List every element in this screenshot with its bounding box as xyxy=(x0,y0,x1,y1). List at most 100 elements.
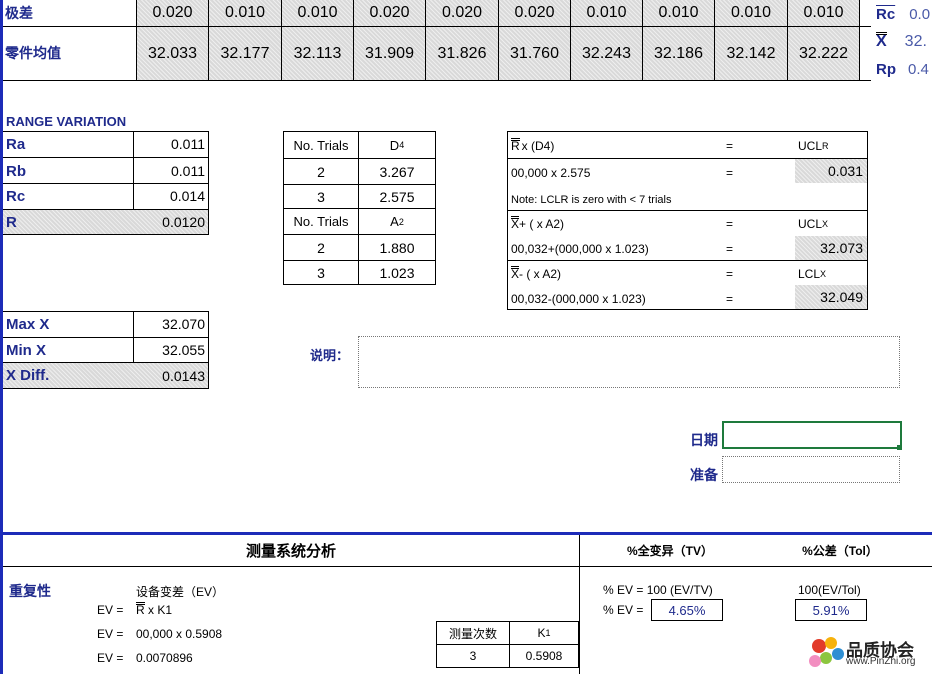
a2-header-a2: A2 xyxy=(390,214,404,229)
rv-rb-label: Rb xyxy=(6,162,26,180)
date-input[interactable] xyxy=(722,421,902,449)
ucl-r-calc-eq: = xyxy=(726,166,734,180)
rv-ra-label: Ra xyxy=(6,135,26,153)
d4-row1-value: 3.267 xyxy=(379,163,415,180)
range-cell: 0.010 xyxy=(282,0,353,26)
lcl-x-eq: = xyxy=(726,267,734,281)
msa-tol-header: %公差（Tol） xyxy=(802,544,878,558)
d4-row2-value: 2.575 xyxy=(379,188,415,205)
avg-cell: 31.760 xyxy=(499,27,570,80)
d4-header-trials: No. Trials xyxy=(293,137,349,153)
ucl-r-calc: 00,000 x 2.575 xyxy=(511,166,591,180)
rv-rc-label: Rc xyxy=(6,187,26,205)
side-rc-value: 0.0 xyxy=(909,5,931,23)
ev-pct-label: % EV = xyxy=(603,603,644,617)
ev-tol-value: 5.91% xyxy=(795,599,867,621)
msa-header-line xyxy=(3,566,932,567)
range-cell: 0.010 xyxy=(643,0,714,26)
avg-cell: 32.113 xyxy=(282,27,353,80)
range-cell: 0.020 xyxy=(354,0,425,26)
prepared-label: 准备 xyxy=(690,467,718,483)
notes-label: 说明： xyxy=(310,348,350,363)
lcl-x-calc-eq: = xyxy=(726,292,734,306)
trials-value: 3 xyxy=(469,649,477,663)
ucl-x-label: UCL X xyxy=(798,217,829,231)
lcl-x-label: LCL X xyxy=(798,267,827,281)
a2-row2-trials: 3 xyxy=(317,264,325,281)
ev-tv-value: 4.65% xyxy=(651,599,723,621)
avg-cell: 32.177 xyxy=(209,27,281,80)
min-x-value: 32.055 xyxy=(162,342,205,358)
ev-calc-prefix: EV = xyxy=(97,627,124,641)
ucl-x-calc: 00,032+(000,000 x 1.023) xyxy=(511,242,649,256)
rv-ra-value: 0.011 xyxy=(171,136,205,152)
range-variation-title: RANGE VARIATION xyxy=(6,114,127,129)
k1-value: 0.5908 xyxy=(525,649,563,663)
x-diff-label: X Diff. xyxy=(6,367,50,384)
ucl-r-formula: Rx (D4) xyxy=(511,138,555,153)
ev-tol-formula: 100(EV/Tol) xyxy=(798,583,861,597)
ev-formula: R x K1 xyxy=(136,602,173,617)
ev-result-prefix: EV = xyxy=(97,651,124,665)
d4-row2-trials: 3 xyxy=(317,188,325,205)
trials-k1-table: 测量次数 K1 3 0.5908 xyxy=(436,621,579,668)
rv-rc-value: 0.014 xyxy=(169,188,205,204)
ev-formula-prefix: EV = xyxy=(97,603,124,617)
range-cell: 0.020 xyxy=(137,0,208,26)
lcl-x-value: 32.049 xyxy=(795,285,867,309)
msa-title: 测量系统分析 xyxy=(245,543,336,560)
x-diff-value: 0.0143 xyxy=(162,367,205,384)
ucl-x-eq: = xyxy=(726,217,734,231)
watermark-url: www.PinZhi.org xyxy=(846,656,916,667)
top-table: 极差 零件均值 0.020 32.033 0.010 32.177 0.010 32.11… xyxy=(3,0,871,81)
avg-cell: 32.186 xyxy=(643,27,714,80)
watermark-logo xyxy=(805,634,851,674)
ucl-x-calc-eq: = xyxy=(726,242,734,256)
avg-cell: 32.222 xyxy=(788,27,859,80)
rv-rb-value: 0.011 xyxy=(171,163,205,179)
min-x-label: Min X xyxy=(6,341,46,359)
d4-header-d4: D4 xyxy=(389,137,405,153)
flower-logo-icon xyxy=(809,637,844,667)
a2-row2-value: 1.023 xyxy=(379,264,415,281)
msa-tv-header: %全变异（TV） xyxy=(626,544,713,558)
side-rc: Rc 0.0 xyxy=(876,2,930,26)
ucl-x-value: 32.073 xyxy=(795,236,867,260)
date-label: 日期 xyxy=(690,432,718,448)
max-x-label: Max X xyxy=(6,315,50,333)
ucl-r-value: 0.031 xyxy=(795,159,867,183)
ev-tv-formula: % EV = 100 (EV/TV) xyxy=(603,583,713,597)
constants-table: No. Trials D4 2 3.267 3 2.575 No. Trials… xyxy=(283,131,436,285)
side-stats: Rc 0.0 X 32. Rp 0.4 xyxy=(872,0,932,81)
side-rp-label: Rp xyxy=(876,60,896,78)
ev-result: 0.0070896 xyxy=(136,651,193,665)
side-rp-value: 0.4 xyxy=(908,60,929,78)
range-cell: 0.010 xyxy=(209,0,281,26)
range-cell: 0.020 xyxy=(426,0,498,26)
avg-cell: 32.142 xyxy=(715,27,787,80)
side-x-value: 32. xyxy=(904,33,927,50)
range-cell: 0.010 xyxy=(571,0,642,26)
prepared-input[interactable] xyxy=(722,456,900,483)
notes-input[interactable] xyxy=(358,336,900,388)
control-limits-box: Rx (D4) = UCL R 00,000 x 2.575 = 0.031 No… xyxy=(507,131,868,310)
ucl-r-label: UCL R xyxy=(798,139,829,153)
rv-r-value: 0.0120 xyxy=(162,214,205,230)
range-cell: 0.010 xyxy=(788,0,859,26)
avg-cell: 31.909 xyxy=(354,27,425,80)
avg-cell: 32.033 xyxy=(137,27,208,80)
k1-header: K1 xyxy=(537,626,551,640)
avg-cell: 31.826 xyxy=(426,27,498,80)
range-cell: 0.020 xyxy=(499,0,570,26)
side-x: X 32. xyxy=(876,30,927,54)
a2-header-trials: No. Trials xyxy=(293,214,349,229)
range-variation-table: Ra 0.011 Rb 0.011 Rc 0.014 R 0.0120 xyxy=(3,131,209,235)
repeatability-label: 重复性 xyxy=(9,583,51,599)
range-cell: 0.010 xyxy=(715,0,787,26)
side-x-label: X xyxy=(876,32,887,50)
lcl-x-formula: X- ( x A2) xyxy=(511,266,562,281)
date-input-handle xyxy=(897,445,902,450)
a2-row1-trials: 2 xyxy=(317,239,325,256)
side-rc-label: Rc xyxy=(876,5,896,23)
a2-row1-value: 1.880 xyxy=(379,239,415,256)
